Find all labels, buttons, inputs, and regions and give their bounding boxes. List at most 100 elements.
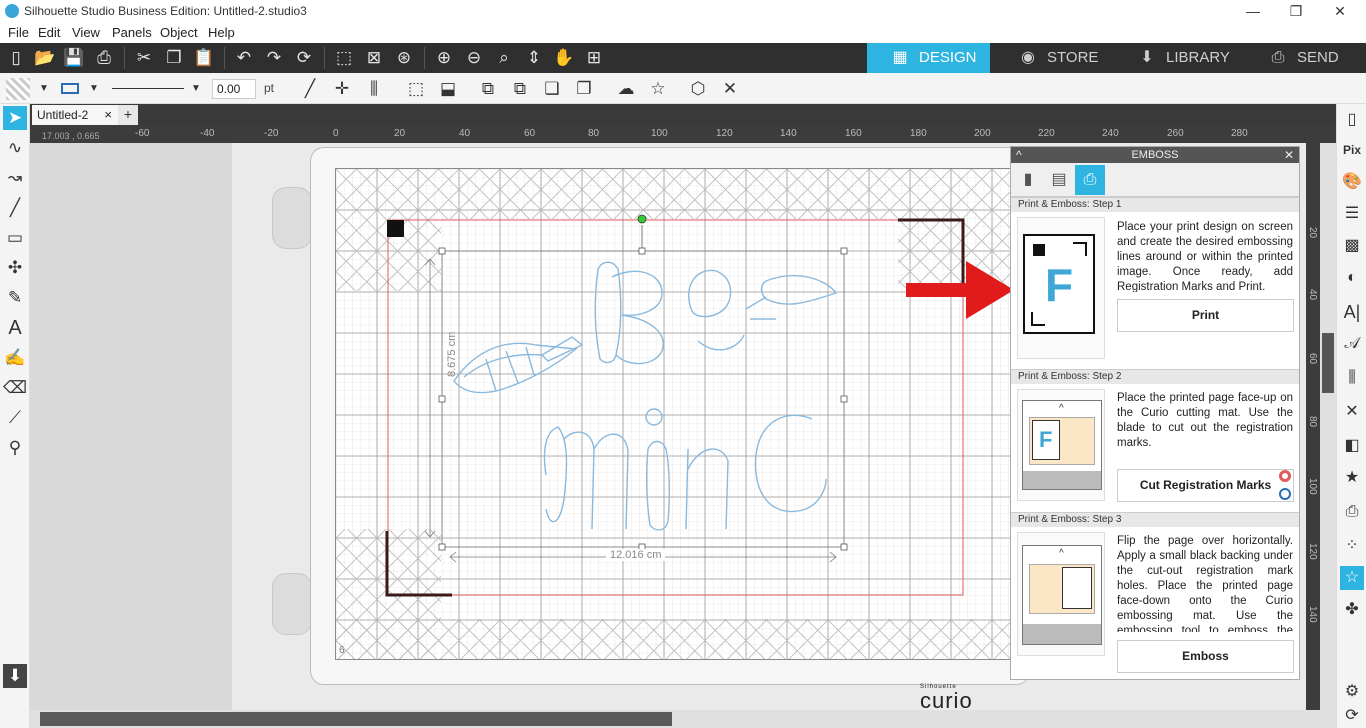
menu-edit[interactable]: Edit xyxy=(38,25,60,40)
line-tool-icon[interactable]: ╱ xyxy=(298,78,322,100)
document-tab[interactable]: Untitled-2 × xyxy=(32,105,118,125)
transform-icon[interactable]: ✕ xyxy=(1340,400,1364,424)
shadow-icon[interactable]: ◐ xyxy=(1340,266,1364,290)
fit-to-page-icon[interactable]: ⊞ xyxy=(582,47,606,69)
line-width-input[interactable]: 0.00 xyxy=(212,79,256,99)
trace-icon[interactable]: ⎙ xyxy=(1340,500,1364,524)
cut-icon[interactable]: ✂ xyxy=(132,47,156,69)
print-emboss-tab-icon[interactable]: ⎙ xyxy=(1075,165,1105,195)
page-setup-icon[interactable]: ▯ xyxy=(1340,108,1364,132)
restore-button[interactable]: ❐ xyxy=(1281,2,1311,20)
text-icon[interactable]: A xyxy=(3,316,27,340)
close-panel-icon[interactable]: ✕ xyxy=(1284,147,1294,163)
print-button[interactable]: Print xyxy=(1117,299,1294,332)
tab-store[interactable]: ◉ STORE xyxy=(995,43,1113,73)
selection-handle[interactable] xyxy=(638,247,646,255)
open-folder-icon[interactable]: 📂 xyxy=(33,47,57,69)
modify-icon[interactable]: ◧ xyxy=(1340,434,1364,458)
emboss-button[interactable]: Emboss xyxy=(1117,640,1294,673)
puzzle-icon[interactable]: ✤ xyxy=(1340,598,1364,622)
chevron-down-icon[interactable]: ▼ xyxy=(82,78,106,100)
selection-handle[interactable] xyxy=(840,543,848,551)
vertical-scrollbar[interactable] xyxy=(1320,143,1336,710)
tab-send[interactable]: ⎙ SEND xyxy=(1245,43,1366,73)
selection-handle[interactable] xyxy=(438,395,446,403)
align-panel-icon[interactable]: ⫼ xyxy=(1340,366,1364,390)
menu-help[interactable]: Help xyxy=(208,25,235,40)
close-window-button[interactable]: ✕ xyxy=(1325,2,1355,20)
menu-file[interactable]: File xyxy=(8,25,29,40)
design-page[interactable]: 8.675 cm 12.016 cm 6 xyxy=(335,168,1015,660)
curve-icon[interactable]: ↝ xyxy=(3,166,27,190)
undo-icon[interactable]: ↶ xyxy=(232,47,256,69)
menu-object[interactable]: Object xyxy=(160,25,198,40)
pix-scan-icon[interactable]: Pix xyxy=(1340,138,1364,162)
weld-icon[interactable]: ☁ xyxy=(614,78,638,100)
eraser-icon[interactable]: ⌫ xyxy=(3,376,27,400)
zoom-out-icon[interactable]: ⊖ xyxy=(462,47,486,69)
rectangle-icon[interactable]: ▭ xyxy=(3,226,27,250)
pencil-icon[interactable]: ✎ xyxy=(3,286,27,310)
select-by-color-icon[interactable]: ⊛ xyxy=(392,47,416,69)
redo-icon[interactable]: ↷ xyxy=(262,47,286,69)
be-mine-design[interactable] xyxy=(453,261,838,531)
print-icon[interactable]: ⎙ xyxy=(92,47,116,69)
save-icon[interactable]: 💾 xyxy=(62,47,86,69)
deselect-icon[interactable]: ⊠ xyxy=(362,47,386,69)
offset-star-icon[interactable]: ☆ xyxy=(646,78,670,100)
bring-forward-icon[interactable]: ❏ xyxy=(540,78,564,100)
draw-edit-icon[interactable]: ✍ xyxy=(3,346,27,370)
selection-handle[interactable] xyxy=(840,395,848,403)
registration-radio-red[interactable] xyxy=(1279,470,1291,482)
delete-x-icon[interactable]: ✕ xyxy=(718,78,742,100)
emboss-tool-tab-icon[interactable]: ▮ xyxy=(1013,165,1043,195)
font-icon[interactable]: 𝒜 xyxy=(1340,332,1364,356)
shapes-icon[interactable]: ✣ xyxy=(3,256,27,280)
text-style-icon[interactable]: A| xyxy=(1340,300,1364,324)
paste-icon[interactable]: 📋 xyxy=(192,47,216,69)
line-style-preview[interactable] xyxy=(112,88,184,89)
selection-handle[interactable] xyxy=(840,247,848,255)
select-all-icon[interactable]: ⬚ xyxy=(332,47,356,69)
emboss-mat-tab-icon[interactable]: ▤ xyxy=(1044,165,1074,195)
replicate-cube-icon[interactable]: ⬡ xyxy=(686,78,710,100)
selection-handle[interactable] xyxy=(438,247,446,255)
redraw-icon[interactable]: ⟳ xyxy=(292,47,316,69)
minimize-button[interactable]: — xyxy=(1238,2,1268,20)
selection-handle[interactable] xyxy=(438,543,446,551)
menu-panels[interactable]: Panels xyxy=(112,25,152,40)
hand-pan-icon[interactable]: ✋ xyxy=(552,47,576,69)
select-arrow-icon[interactable]: ➤ xyxy=(3,106,27,130)
registration-radio-blue[interactable] xyxy=(1279,488,1291,500)
zoom-selection-icon[interactable]: ⌕ xyxy=(492,47,516,69)
align-icon[interactable]: ⫼ xyxy=(362,78,386,100)
horizontal-scroll-thumb[interactable] xyxy=(40,712,672,726)
eyedropper-icon[interactable]: ⚲ xyxy=(3,436,27,460)
zoom-in-icon[interactable]: ⊕ xyxy=(432,47,456,69)
knife-icon[interactable]: ⟋ xyxy=(3,406,27,430)
group-icon[interactable]: ⬚ xyxy=(404,78,428,100)
move-icon[interactable]: ✛ xyxy=(330,78,354,100)
horizontal-scrollbar[interactable] xyxy=(30,710,1336,728)
line-color-swatch[interactable] xyxy=(58,78,82,100)
send-backward-icon[interactable]: ❐ xyxy=(572,78,596,100)
cut-registration-marks-button[interactable]: Cut Registration Marks xyxy=(1117,469,1294,502)
ungroup-icon[interactable]: ⬓ xyxy=(436,78,460,100)
settings-gear-icon[interactable]: ⚙ xyxy=(1340,680,1364,704)
menu-view[interactable]: View xyxy=(72,25,100,40)
point-edit-icon[interactable]: ∿ xyxy=(3,136,27,160)
close-tab-icon[interactable]: × xyxy=(104,107,112,122)
fill-palette-icon[interactable]: 🎨 xyxy=(1340,170,1364,194)
line-icon[interactable]: ╱ xyxy=(3,196,27,220)
pattern-icon[interactable]: ▩ xyxy=(1340,234,1364,258)
sketch-icon[interactable]: ⁘ xyxy=(1340,534,1364,558)
new-file-icon[interactable]: ▯ xyxy=(4,47,28,69)
collapse-panel-icon[interactable]: ^ xyxy=(1016,147,1022,163)
vertical-scroll-thumb[interactable] xyxy=(1322,333,1334,393)
fill-color-swatch[interactable] xyxy=(6,78,30,100)
pan-arrows-icon[interactable]: ⇕ xyxy=(522,47,546,69)
tab-library[interactable]: ⬇ LIBRARY xyxy=(1114,43,1242,73)
offset-icon[interactable]: ★ xyxy=(1340,466,1364,490)
add-tab-button[interactable]: + xyxy=(118,105,138,125)
arrange-back-icon[interactable]: ⧉ xyxy=(508,78,532,100)
